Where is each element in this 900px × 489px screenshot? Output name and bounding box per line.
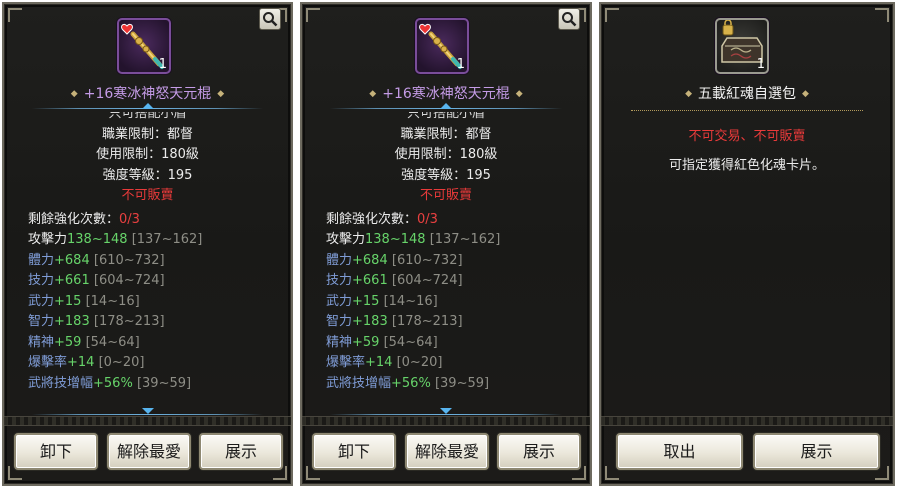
stat-row: 攻擊力138~148 [137~162]: [28, 232, 203, 247]
item-slot[interactable]: 1: [117, 18, 171, 74]
magnifier-icon: [263, 12, 278, 27]
stat-row: 技力+661 [604~724]: [326, 273, 463, 288]
strength-grade: 強度等級：195: [102, 168, 193, 183]
unequip-button[interactable]: 卸下: [312, 433, 396, 470]
stat-row: 體力+684 [610~732]: [326, 253, 463, 268]
job-restriction: 職業限制：都督: [400, 127, 492, 142]
diamond-ornament-icon: ◆: [217, 89, 225, 99]
diamond-ornament-icon: ◆: [515, 89, 523, 99]
show-button[interactable]: 展示: [753, 433, 880, 470]
diamond-ornament-icon: ◆: [70, 89, 78, 99]
enhance-count: 剩餘強化次數：0/3: [326, 212, 438, 227]
remove-favorite-button[interactable]: 解除最愛: [107, 433, 191, 470]
corner-ornament: [875, 8, 889, 22]
item-details-scroll-area[interactable]: 只可搭配小眉 職業限制：都督 使用限制：180級 強度等級：195 不可販賣 剩…: [10, 112, 285, 407]
item-name: ◆ +16寒冰神怒天元棍 ◆: [4, 83, 291, 103]
magnifier-button[interactable]: [558, 8, 580, 30]
decorative-border: [601, 416, 893, 426]
item-name: ◆ +16寒冰神怒天元棍 ◆: [302, 83, 590, 103]
stat-row: 智力+183 [178~213]: [28, 314, 165, 329]
scroll-down-arrow-icon[interactable]: [141, 408, 154, 414]
take-out-button[interactable]: 取出: [616, 433, 743, 470]
level-requirement: 使用限制：180級: [96, 147, 199, 162]
item-quantity: 1: [456, 57, 465, 72]
stat-row: 武力+15 [14~16]: [326, 294, 438, 309]
stat-row: 體力+684 [610~732]: [28, 253, 165, 268]
job-restriction: 職業限制：都督: [101, 127, 193, 142]
item-quantity: 1: [158, 57, 167, 72]
show-button[interactable]: 展示: [199, 433, 283, 470]
divider: [631, 110, 863, 111]
item-description: 可指定獲得紅色化魂卡片。: [668, 158, 825, 173]
corner-ornament: [605, 8, 619, 22]
stat-row: 精神+59 [54~64]: [28, 335, 140, 350]
item-quantity: 1: [756, 57, 765, 72]
item-slot[interactable]: 1: [415, 18, 469, 74]
diamond-ornament-icon: ◆: [802, 89, 809, 99]
scroll-down-arrow-icon[interactable]: [440, 408, 452, 414]
item-slot[interactable]: 1: [715, 18, 769, 74]
scroll-up-arrow-icon[interactable]: [440, 103, 452, 109]
clipped-text-line: 只可搭配小眉: [108, 112, 187, 121]
scroll-up-arrow-icon[interactable]: [141, 103, 154, 109]
item-tooltip-panel-1: 1 ◆ +16寒冰神怒天元棍 ◆ 只可搭配小眉 職業限制：都督 使用限制：180級 …: [2, 2, 293, 486]
item-name-text: +16寒冰神怒天元棍: [83, 86, 212, 102]
stat-row: 爆擊率+14 [0~20]: [28, 355, 145, 370]
show-button[interactable]: 展示: [497, 433, 581, 470]
item-name-text: 五載紅魂自選包: [698, 86, 796, 102]
clipped-text-line: 只可搭配小眉: [406, 112, 485, 121]
stat-row: 武將技增幅+56% [39~59]: [28, 376, 192, 391]
diamond-ornament-icon: ◆: [369, 89, 377, 99]
remove-favorite-button[interactable]: 解除最愛: [405, 433, 489, 470]
stat-row: 爆擊率+14 [0~20]: [326, 355, 443, 370]
stat-row: 智力+183 [178~213]: [326, 314, 463, 329]
divider: [330, 414, 562, 415]
stat-row: 精神+59 [54~64]: [326, 335, 438, 350]
magnifier-icon: [562, 12, 577, 27]
stat-row: 攻擊力138~148 [137~162]: [326, 232, 501, 247]
decorative-border: [302, 416, 590, 426]
item-tooltip-panel-3: 1 ◆ 五載紅魂自選包 ◆ 不可交易、不可販賣 可指定獲得紅色化魂卡片。 取出 展示: [599, 2, 895, 486]
item-name: ◆ 五載紅魂自選包 ◆: [601, 83, 893, 103]
item-details-scroll-area[interactable]: 只可搭配小眉 職業限制：都督 使用限制：180級 強度等級：195 不可販賣 剩…: [308, 112, 584, 407]
item-tooltip-panel-2: 1 ◆ +16寒冰神怒天元棍 ◆ 只可搭配小眉 職業限制：都督 使用限制：180級 …: [300, 2, 592, 486]
untradeable-notice: 不可販賣: [121, 188, 174, 203]
corner-ornament: [8, 8, 22, 22]
item-name-text: +16寒冰神怒天元棍: [382, 86, 510, 102]
untradeable-notice: 不可販賣: [419, 188, 472, 203]
level-requirement: 使用限制：180級: [394, 147, 498, 162]
stat-row: 武將技增幅+56% [39~59]: [326, 376, 490, 391]
magnifier-button[interactable]: [259, 8, 281, 30]
corner-ornament: [306, 8, 320, 22]
unequip-button[interactable]: 卸下: [14, 433, 98, 470]
divider: [32, 414, 263, 415]
stat-row: 武力+15 [14~16]: [28, 294, 140, 309]
trade-restriction: 不可交易、不可販賣: [688, 129, 806, 144]
strength-grade: 強度等級：195: [401, 168, 491, 183]
stat-row: 技力+661 [604~724]: [28, 273, 165, 288]
decorative-border: [4, 416, 291, 426]
enhance-count: 剩餘強化次數：0/3: [28, 212, 140, 227]
diamond-ornament-icon: ◆: [685, 89, 692, 99]
